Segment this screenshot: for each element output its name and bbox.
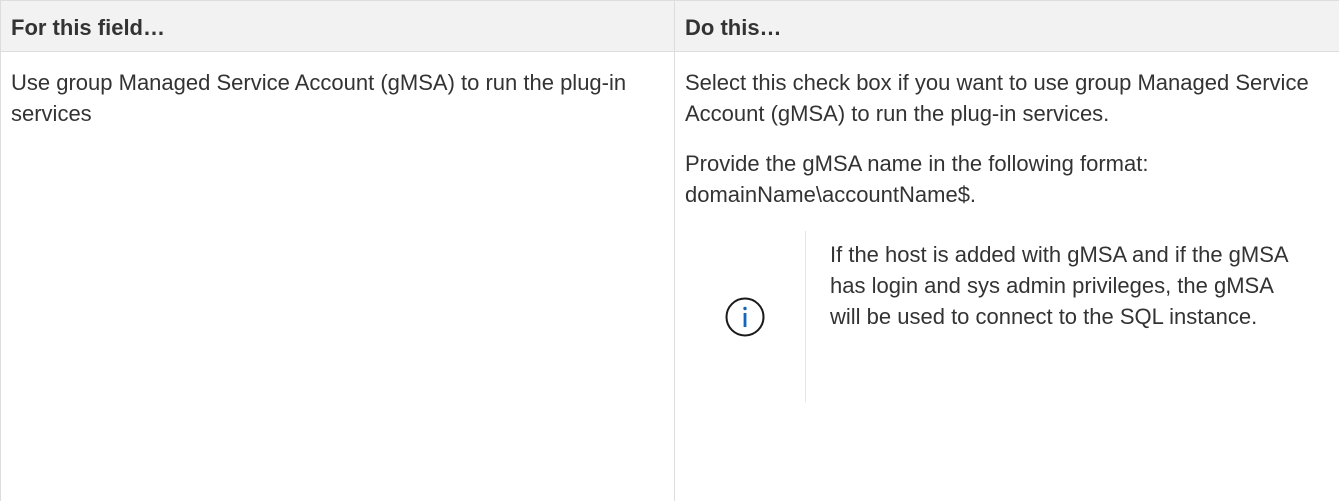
header-row: For this field… Do this… bbox=[0, 0, 1339, 52]
note-text: If the host is added with gMSA and if th… bbox=[830, 242, 1288, 329]
info-icon bbox=[725, 297, 765, 336]
field-cell: Use group Managed Service Account (gMSA)… bbox=[0, 51, 675, 501]
action-paragraph-2: Provide the gMSA name in the following f… bbox=[685, 151, 1149, 207]
table-row: Use group Managed Service Account (gMSA)… bbox=[0, 51, 1339, 501]
header-action: Do this… bbox=[674, 0, 1339, 52]
note-admonition: If the host is added with gMSA and if th… bbox=[685, 231, 1329, 402]
note-icon-column bbox=[685, 231, 806, 402]
action-cell: Select this check box if you want to use… bbox=[674, 51, 1339, 501]
action-paragraph-1: Select this check box if you want to use… bbox=[685, 70, 1309, 126]
table-body: Use group Managed Service Account (gMSA)… bbox=[0, 51, 1339, 501]
header-field: For this field… bbox=[0, 0, 675, 52]
table-header: For this field… Do this… bbox=[0, 0, 1339, 52]
field-description-table: For this field… Do this… Use group Manag… bbox=[0, 0, 1339, 501]
